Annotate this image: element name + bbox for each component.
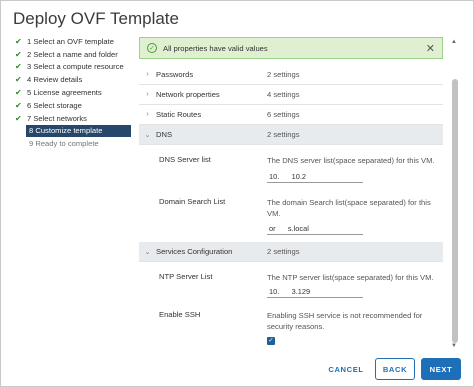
step-label: 3 Select a compute resource [27,62,124,72]
section-count: 2 settings [267,70,300,79]
check-icon: ✔ [15,49,22,59]
section-name: Passwords [156,70,194,79]
enable-ssh-checkbox[interactable]: ✓ [267,337,275,345]
step-label: 5 License agreements [27,88,102,98]
enable-ssh-row: Enable SSH Enabling SSH service is not r… [139,300,443,350]
dns-server-row: DNS Server list The DNS server list(spac… [139,145,443,187]
field-label: Domain Search List [159,197,226,206]
field-description: Enabling SSH service is not recommended … [267,311,423,331]
check-icon: ✔ [15,113,22,123]
chevron-right-icon: › [146,91,149,98]
field-label: Enable SSH [159,310,201,319]
chevron-down-icon: ⌄ [144,248,151,256]
back-button[interactable]: BACK [375,358,415,380]
section-count: 2 settings [267,247,300,256]
close-icon[interactable]: ✕ [426,42,435,55]
field-description: The DNS server list(space separated) for… [267,156,435,165]
section-name: DNS [156,130,173,139]
step-item[interactable]: ✔ 1 Select an OVF template [15,35,131,48]
section-name: Static Routes [156,110,202,119]
scroll-up-icon[interactable]: ▲ [451,39,457,45]
step-label: 6 Select storage [27,100,82,110]
field-description: The domain Search list(space separated) … [267,198,431,218]
step-item[interactable]: ✔ 3 Select a compute resource [15,61,131,74]
dns-server-input[interactable] [267,170,363,183]
success-check-icon: ✓ [147,43,157,53]
ntp-server-input[interactable] [267,285,363,298]
step-item[interactable]: ✔ 2 Select a name and folder [15,48,131,61]
wizard-footer: CANCEL BACK NEXT [1,353,474,387]
section-name: Services Configuration [156,247,233,256]
step-label: 4 Review details [27,75,83,85]
field-description: The NTP server list(space separated) for… [267,273,434,282]
next-button[interactable]: NEXT [421,358,461,380]
field-label: NTP Server List [159,272,213,281]
section-passwords[interactable]: › Passwords 2 settings [139,65,443,85]
check-icon: ✔ [15,36,22,46]
check-icon: ✔ [15,88,22,98]
step-label: 8 Customize template [29,126,103,136]
section-dns[interactable]: ⌄ DNS 2 settings [139,125,443,145]
section-count: 4 settings [267,90,300,99]
alert-message: All properties have valid values [163,43,268,53]
scrollbar[interactable]: ▲ ▼ [450,39,460,349]
scrollbar-thumb[interactable] [452,79,458,343]
step-label: 2 Select a name and folder [27,49,118,59]
wizard-title: Deploy OVF Template [13,9,179,28]
field-label: DNS Server list [159,155,211,164]
step-item[interactable]: ✔ 6 Select storage [15,99,131,112]
domain-search-input[interactable] [267,222,363,235]
section-services-configuration[interactable]: ⌄ Services Configuration 2 settings [139,242,443,262]
scroll-down-icon[interactable]: ▼ [451,343,457,349]
step-label: 9 Ready to complete [29,139,99,149]
chevron-down-icon: ⌄ [144,131,151,139]
step-list: ✔ 1 Select an OVF template ✔ 2 Select a na… [15,35,131,150]
step-item[interactable]: ✔ 7 Select networks [15,112,131,125]
property-list: › Passwords 2 settings › Network propert… [139,65,443,350]
section-count: 2 settings [267,130,300,139]
step-label: 7 Select networks [27,113,87,123]
check-icon: ✔ [15,100,22,110]
step-item-pending: 9 Ready to complete [15,137,131,150]
section-name: Network properties [156,90,220,99]
section-network-properties[interactable]: › Network properties 4 settings [139,85,443,105]
step-item[interactable]: ✔ 4 Review details [15,73,131,86]
customize-template-panel: ✓ All properties have valid values ✕ › P… [139,37,448,351]
chevron-right-icon: › [146,111,149,118]
step-item[interactable]: ✔ 5 License agreements [15,86,131,99]
step-label: 1 Select an OVF template [27,36,114,46]
section-static-routes[interactable]: › Static Routes 6 settings [139,105,443,125]
check-icon: ✔ [15,62,22,72]
success-alert: ✓ All properties have valid values ✕ [139,37,443,59]
cancel-button[interactable]: CANCEL [323,358,369,380]
domain-search-row: Domain Search List The domain Search lis… [139,187,443,242]
step-item-active[interactable]: 8 Customize template [26,124,131,138]
ntp-server-row: NTP Server List The NTP server list(spac… [139,262,443,300]
chevron-right-icon: › [146,71,149,78]
section-count: 6 settings [267,110,300,119]
wizard-window: Deploy OVF Template ✔ 1 Select an OVF tem… [0,0,474,387]
check-icon: ✔ [15,75,22,85]
